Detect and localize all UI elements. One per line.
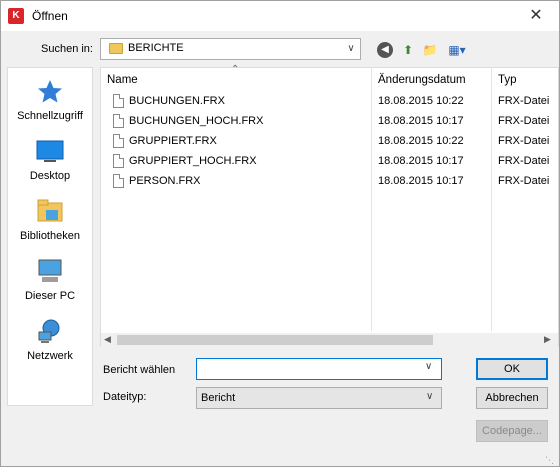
scroll-left-icon[interactable]: ◀: [104, 334, 111, 345]
title-bar: K Öffnen ✕: [1, 1, 559, 31]
file-date: 18.08.2015 10:17: [378, 175, 464, 187]
star-icon: [38, 80, 62, 103]
cancel-button[interactable]: Abbrechen: [476, 387, 548, 409]
folder-icon: [109, 43, 123, 54]
file-name: PERSON.FRX: [129, 175, 201, 187]
ok-button[interactable]: OK: [476, 358, 548, 380]
lookin-label: Suchen in:: [41, 43, 93, 55]
file-icon: [113, 154, 124, 168]
place-this-pc[interactable]: Dieser PC: [8, 258, 92, 314]
filetype-value: Bericht: [201, 392, 236, 404]
filetype-label: Dateityp:: [103, 391, 147, 403]
up-folder-icon[interactable]: ⬆: [400, 42, 416, 58]
place-network[interactable]: Netzwerk: [8, 318, 92, 374]
open-dialog: K Öffnen ✕ Suchen in: BERICHTE ∨ ◀ ⬆ 📁 ▦…: [0, 0, 560, 467]
place-desktop[interactable]: Desktop: [8, 138, 92, 194]
place-label: Dieser PC: [24, 290, 76, 302]
file-row[interactable]: BUCHUNGEN_HOCH.FRX 18.08.2015 10:17 FRX-…: [107, 112, 555, 132]
file-name: GRUPPIERT_HOCH.FRX: [129, 155, 257, 167]
scroll-right-icon[interactable]: ▶: [544, 334, 551, 345]
file-row[interactable]: PERSON.FRX 18.08.2015 10:17 FRX-Datei: [107, 172, 555, 192]
file-date: 18.08.2015 10:22: [378, 95, 464, 107]
network-icon: [38, 319, 60, 343]
place-label: Bibliotheken: [20, 230, 80, 242]
file-icon: [113, 134, 124, 148]
place-label: Netzwerk: [27, 350, 73, 362]
new-folder-icon[interactable]: 📁: [422, 42, 438, 58]
resize-grip-icon[interactable]: ⋱: [545, 455, 554, 466]
file-name: GRUPPIERT.FRX: [129, 135, 217, 147]
places-bar: Schnellzugriff Desktop Bibliotheken Dies…: [7, 67, 93, 406]
close-icon[interactable]: ✕: [521, 5, 551, 27]
scrollbar-thumb[interactable]: [117, 335, 433, 345]
file-date: 18.08.2015 10:17: [378, 115, 464, 127]
file-type: FRX-Datei: [498, 155, 550, 167]
chevron-down-icon[interactable]: ∨: [425, 361, 432, 372]
app-icon: K: [8, 8, 24, 24]
file-date: 18.08.2015 10:22: [378, 135, 464, 147]
file-list[interactable]: ⌃ Name Änderungsdatum Typ BUCHUNGEN.FRX …: [100, 64, 559, 347]
computer-icon: [38, 259, 62, 282]
file-type: FRX-Datei: [498, 95, 550, 107]
filetype-select[interactable]: Bericht ∨: [196, 387, 442, 409]
file-type: FRX-Datei: [498, 175, 550, 187]
sort-ascending-icon: ⌃: [231, 64, 240, 75]
place-label: Schnellzugriff: [17, 110, 83, 122]
place-libraries[interactable]: Bibliotheken: [8, 198, 92, 254]
codepage-button[interactable]: Codepage...: [476, 420, 548, 442]
file-icon: [113, 174, 124, 188]
place-label: Desktop: [29, 170, 71, 182]
chevron-down-icon[interactable]: ∨: [343, 41, 359, 57]
column-header-date[interactable]: Änderungsdatum: [378, 74, 466, 86]
file-type: FRX-Datei: [498, 135, 550, 147]
library-icon: [37, 199, 63, 222]
desktop-icon: [36, 140, 64, 162]
file-icon: [113, 94, 124, 108]
window-title: Öffnen: [32, 9, 68, 23]
file-name: BUCHUNGEN.FRX: [129, 95, 225, 107]
filename-input[interactable]: [196, 358, 442, 380]
column-header-type[interactable]: Typ: [498, 74, 517, 86]
file-row[interactable]: GRUPPIERT.FRX 18.08.2015 10:22 FRX-Datei: [107, 132, 555, 152]
file-icon: [113, 114, 124, 128]
back-icon[interactable]: ◀: [377, 42, 393, 58]
filename-label: Bericht wählen: [103, 364, 176, 376]
file-row[interactable]: GRUPPIERT_HOCH.FRX 18.08.2015 10:17 FRX-…: [107, 152, 555, 172]
chevron-down-icon[interactable]: ∨: [426, 391, 433, 402]
file-name: BUCHUNGEN_HOCH.FRX: [129, 115, 264, 127]
lookin-dropdown[interactable]: BERICHTE ∨: [100, 38, 361, 60]
column-header-name[interactable]: Name: [107, 74, 138, 86]
file-date: 18.08.2015 10:17: [378, 155, 464, 167]
view-menu-icon[interactable]: ▦▾: [445, 42, 469, 58]
file-type: FRX-Datei: [498, 115, 550, 127]
place-quick-access[interactable]: Schnellzugriff: [8, 78, 92, 134]
horizontal-scrollbar[interactable]: ◀ ▶: [101, 333, 558, 347]
file-row[interactable]: BUCHUNGEN.FRX 18.08.2015 10:22 FRX-Datei: [107, 92, 555, 112]
lookin-value: BERICHTE: [128, 42, 184, 54]
